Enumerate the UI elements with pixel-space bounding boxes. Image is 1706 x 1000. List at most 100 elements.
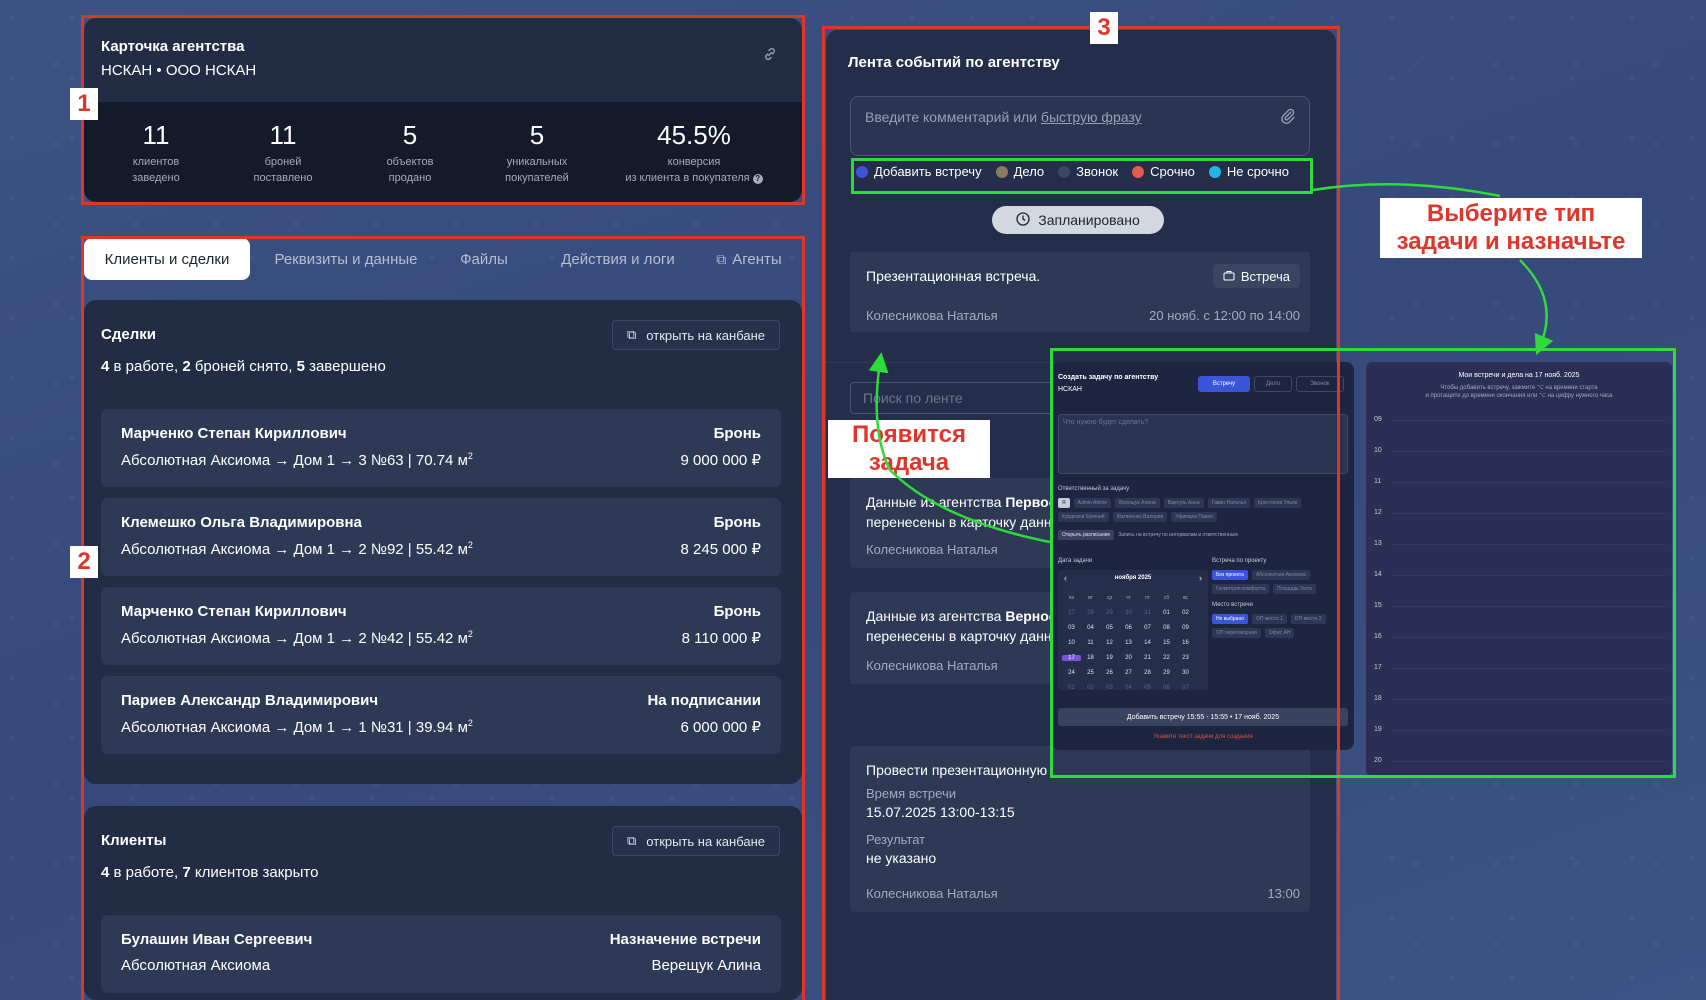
task-text-input[interactable]: Что нужно будет сделать?	[1058, 414, 1348, 474]
chip-task[interactable]: Дело	[995, 164, 1044, 179]
calendar-day[interactable]: 27	[1119, 670, 1138, 676]
arrow-line	[1312, 182, 1501, 198]
event-card[interactable]: Провести презентационную Время встречи 1…	[850, 746, 1310, 912]
calendar-day[interactable]: 04	[1081, 625, 1100, 631]
weekday-label: пт	[1145, 594, 1150, 601]
agency-card-header: Карточка агентства НСКАН • ООО НСКАН	[84, 18, 802, 102]
hour-line	[1392, 544, 1666, 545]
calendar-day[interactable]: 28	[1138, 670, 1157, 676]
calendar-day[interactable]: 27	[1062, 610, 1081, 616]
chip-add-meeting[interactable]: Добавить встречу	[856, 164, 982, 179]
tab-clients-deals[interactable]: Клиенты и сделки	[84, 238, 250, 280]
agency-card-subtitle: НСКАН • ООО НСКАН	[101, 62, 257, 79]
calendar-day[interactable]: 01	[1157, 610, 1176, 616]
calendar-day[interactable]: 30	[1176, 670, 1195, 676]
weekday-label: ср	[1106, 594, 1113, 601]
chip-not-urgent[interactable]: Не срочно	[1208, 164, 1289, 179]
calendar-day[interactable]: 21	[1138, 655, 1157, 661]
event-card[interactable]: Презентационная встреча. Встреча Колесни…	[850, 252, 1310, 332]
calendar-day[interactable]: 06	[1157, 685, 1176, 691]
hour-line	[1392, 575, 1666, 576]
deal-card[interactable]: Париев Александр Владимирович Абсолютная…	[101, 676, 781, 754]
calendar-day[interactable]: 11	[1081, 640, 1100, 646]
hour-line	[1392, 761, 1666, 762]
calendar-day[interactable]: 24	[1062, 670, 1081, 676]
calendar-day[interactable]: 05	[1138, 685, 1157, 691]
tab-files[interactable]: Файлы	[436, 238, 532, 280]
link-icon[interactable]	[762, 46, 778, 62]
hour-label: 13	[1374, 540, 1382, 547]
calendar-day[interactable]: 02	[1176, 610, 1195, 616]
tab-actions-logs[interactable]: Действия и логи	[538, 238, 698, 280]
calendar-day[interactable]: 16	[1176, 640, 1195, 646]
validation-warning: Укажите текст задачи для создания	[1153, 734, 1253, 740]
calendar-day[interactable]: 07	[1176, 685, 1195, 691]
quick-phrase-link[interactable]: быструю фразу	[1041, 109, 1142, 125]
calendar-day[interactable]: 02	[1081, 685, 1100, 691]
calendar-day[interactable]: 13	[1119, 640, 1138, 646]
calendar-day[interactable]: 23	[1176, 655, 1195, 661]
tab-agents[interactable]: ⧉ Агенты	[704, 238, 794, 280]
type-call-button[interactable]: Звонок	[1296, 376, 1344, 392]
calendar-day[interactable]: 28	[1081, 610, 1100, 616]
help-icon[interactable]: ?	[752, 174, 763, 184]
clients-open-kanban-button[interactable]: ⧉ открыть на канбане	[612, 826, 780, 856]
calendar-day[interactable]: 03	[1062, 625, 1081, 631]
chip-urgent[interactable]: Срочно	[1132, 164, 1195, 179]
calendar-day[interactable]: 03	[1100, 685, 1119, 691]
calendar-day[interactable]: 18	[1081, 655, 1100, 661]
calendar-day[interactable]: 19	[1100, 655, 1119, 661]
clients-summary: 4 в работе, 7 клиентов закрыто	[101, 864, 319, 881]
type-task-button[interactable]: Дело	[1254, 376, 1292, 392]
calendar-day[interactable]: 26	[1100, 670, 1119, 676]
calendar-day[interactable]: 31	[1138, 610, 1157, 616]
chip-call[interactable]: Звонок	[1058, 164, 1118, 179]
date-picker[interactable]: ‹ ноября 2025 › пн вт ср чт пт сб вс 27 28 29 30 31…	[1058, 570, 1208, 691]
client-card[interactable]: Булашин Иван Сергеевич Абсолютная Аксиом…	[101, 915, 781, 993]
deal-card[interactable]: Марченко Степан Кириллович Абсолютная Ак…	[101, 587, 781, 665]
calendar-day[interactable]: 10	[1062, 640, 1081, 646]
calendar-day[interactable]: 22	[1157, 655, 1176, 661]
feed-search-input[interactable]: Поиск по ленте	[850, 382, 1070, 414]
brown-dot-icon	[995, 165, 1008, 178]
calendar-day[interactable]: 30	[1119, 610, 1138, 616]
cyan-dot-icon	[1208, 165, 1221, 178]
hour-label: 19	[1374, 726, 1382, 733]
calendar-day[interactable]: 08	[1157, 625, 1176, 631]
callout-choose-type: Выберите тип задачи и назначьте	[1380, 198, 1642, 258]
add-meeting-button[interactable]: Добавить встречу 15:55 - 15:55 • 17 нояб…	[1058, 708, 1348, 726]
red-dot-icon	[1132, 165, 1145, 178]
calendar-day[interactable]: 25	[1081, 670, 1100, 676]
calendar-day[interactable]: 17	[1062, 654, 1081, 661]
hour-line	[1392, 482, 1666, 483]
blue-dot-icon	[856, 165, 868, 178]
calendar-day[interactable]: 07	[1138, 625, 1157, 631]
calendar-day[interactable]: 05	[1100, 625, 1119, 631]
tab-requisites[interactable]: Реквизиты и данные	[262, 238, 430, 280]
calendar-day[interactable]: 14	[1138, 640, 1157, 646]
chevron-right-icon[interactable]: ›	[1199, 573, 1202, 583]
calendar-day[interactable]: 12	[1100, 640, 1119, 646]
calendar-day[interactable]: 29	[1157, 670, 1176, 676]
calendar-day[interactable]: 15	[1157, 640, 1176, 646]
calendar-day[interactable]: 09	[1176, 625, 1195, 631]
calendar-day[interactable]: 29	[1100, 610, 1119, 616]
calendar-day[interactable]: 06	[1119, 625, 1138, 631]
calendar-day[interactable]: 20	[1119, 655, 1138, 661]
stat-sold: 5 объектов продано	[386, 120, 434, 184]
external-link-icon: ⧉	[627, 327, 637, 342]
comment-input[interactable]: Введите комментарий или быструю фразу	[850, 96, 1310, 156]
planned-button[interactable]: Запланировано	[992, 206, 1164, 234]
deals-open-kanban-button[interactable]: ⧉ открыть на канбане	[612, 320, 780, 350]
calendar-day[interactable]: 01	[1062, 685, 1081, 691]
hour-label: 09	[1374, 416, 1382, 423]
annotation-number-3: 3	[1090, 12, 1118, 44]
task-type-chips: Добавить встречу Дело Звонок Срочно Не с…	[856, 164, 1289, 179]
calendar-day[interactable]: 04	[1119, 685, 1138, 691]
hour-line	[1392, 451, 1666, 452]
paperclip-icon[interactable]	[1279, 107, 1297, 130]
type-meeting-button[interactable]: Встречу	[1198, 376, 1250, 392]
open-schedule-button[interactable]: Открыть расписание	[1058, 530, 1115, 540]
deal-card[interactable]: Клемешко Ольга Владимировна Абсолютная А…	[101, 498, 781, 576]
deal-card[interactable]: Марченко Степан Кириллович Абсолютная Ак…	[101, 409, 781, 487]
